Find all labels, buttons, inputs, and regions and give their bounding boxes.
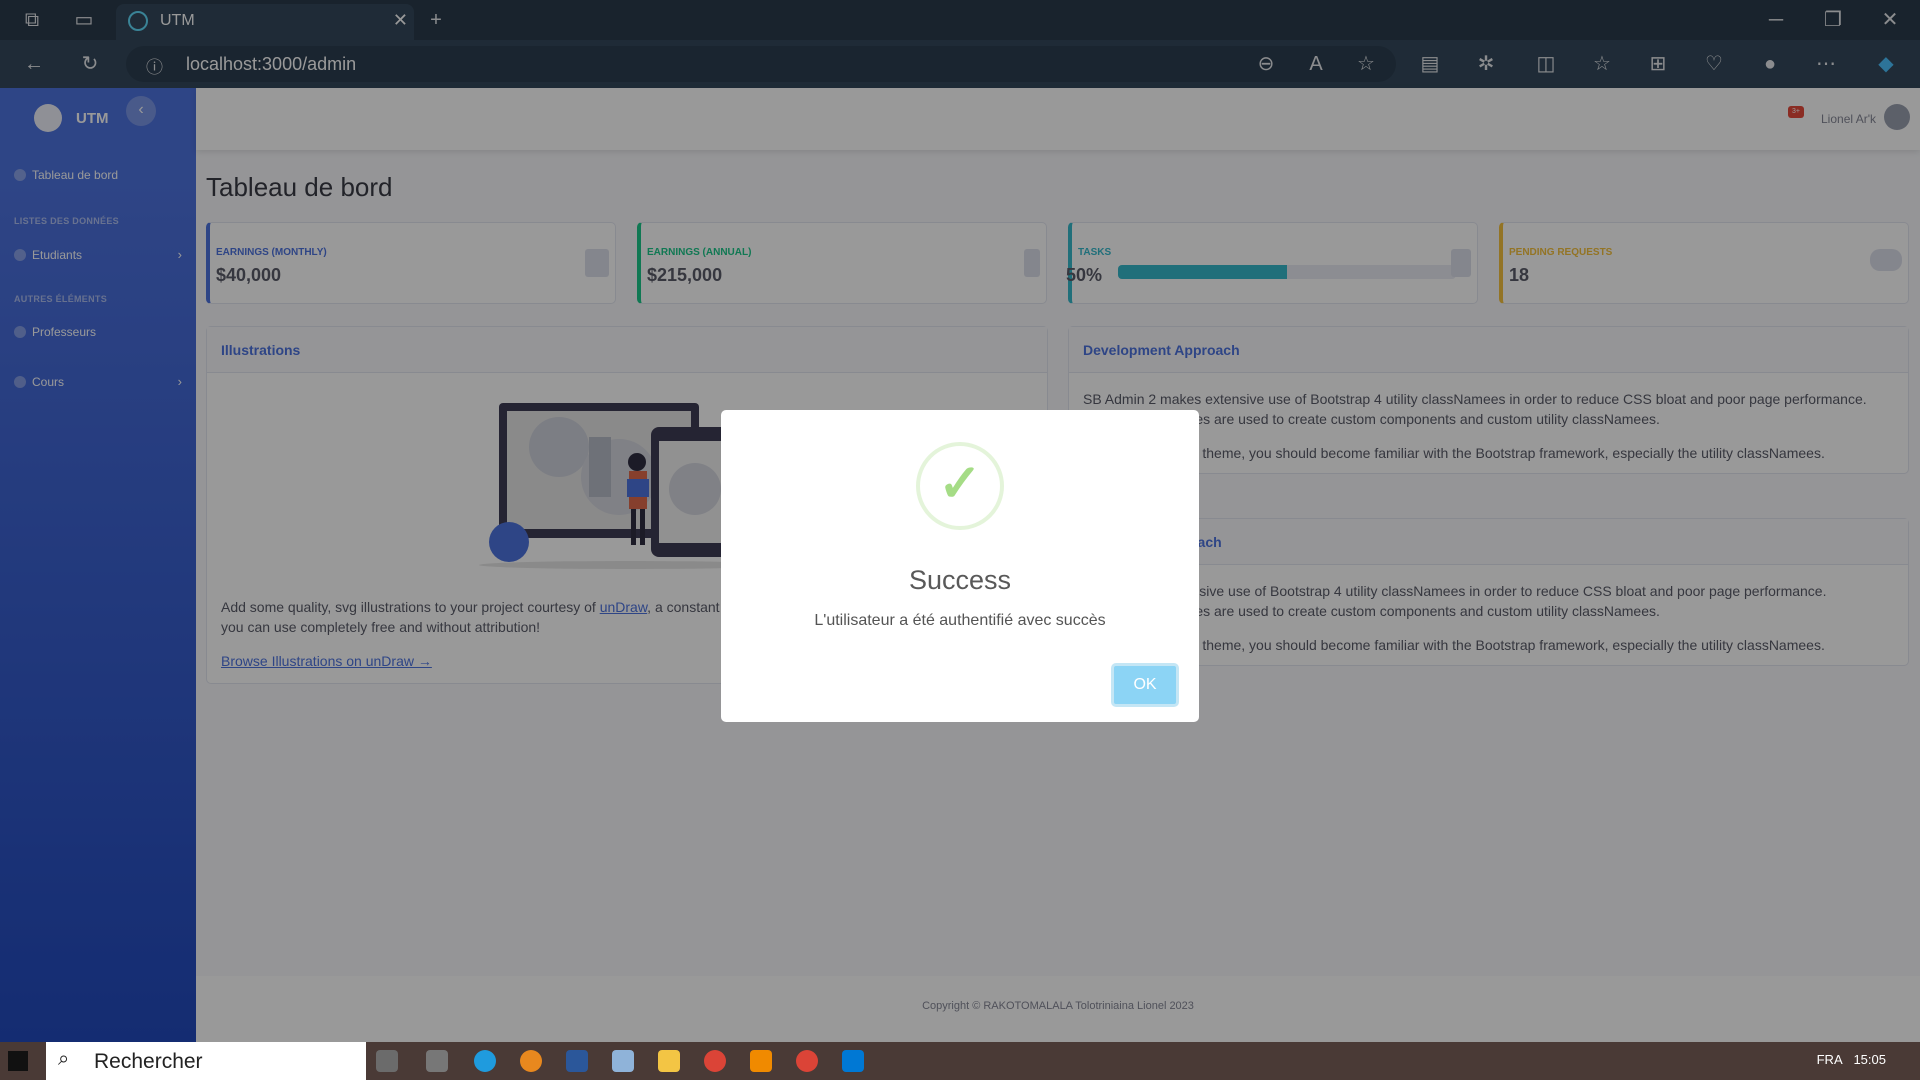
success-modal: ✓ Success L'utilisateur a été authentifi…	[721, 410, 1199, 722]
chrome-icon-2[interactable]	[796, 1050, 818, 1072]
ok-button[interactable]: OK	[1111, 663, 1179, 707]
photos-icon[interactable]	[612, 1050, 634, 1072]
clock[interactable]: 15:05	[1853, 1052, 1886, 1067]
search-placeholder: Rechercher	[94, 1050, 203, 1073]
vscode-icon[interactable]	[842, 1050, 864, 1072]
system-tray[interactable]: FRA 15:05	[1817, 1052, 1886, 1067]
task-view-icon[interactable]	[376, 1050, 398, 1072]
modal-title: Success	[908, 565, 1012, 595]
search-icon: ⌕	[58, 1048, 70, 1070]
start-icon[interactable]	[8, 1051, 28, 1071]
taskbar-search-input[interactable]: ⌕ Rechercher	[46, 1042, 366, 1080]
settings-gear-icon[interactable]	[426, 1050, 448, 1072]
file-explorer-icon[interactable]	[658, 1050, 680, 1072]
language-indicator[interactable]: FRA	[1817, 1052, 1843, 1067]
search-app-icon[interactable]	[520, 1050, 542, 1072]
modal-message: L'utilisateur a été authentifié avec suc…	[814, 612, 1106, 629]
chrome-icon[interactable]	[704, 1050, 726, 1072]
edge-icon[interactable]	[474, 1050, 496, 1072]
word-icon[interactable]	[566, 1050, 588, 1072]
check-mark-icon: ✓	[938, 455, 982, 513]
success-check-icon: ✓	[916, 442, 1004, 530]
vlc-icon[interactable]	[750, 1050, 772, 1072]
